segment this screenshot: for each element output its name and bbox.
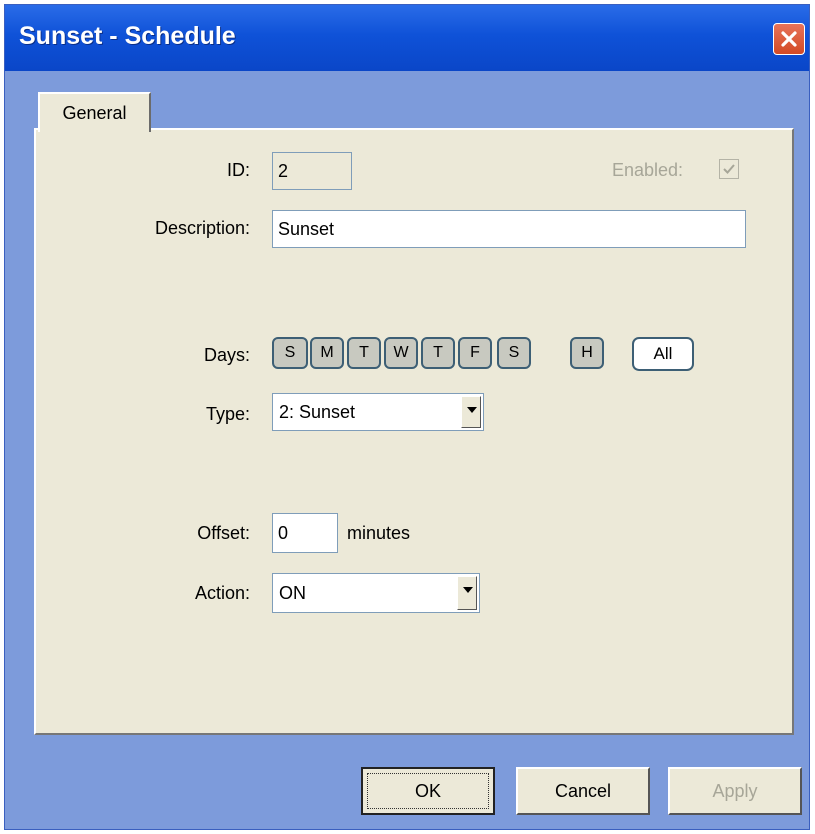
title-bar[interactable]: Sunset - Schedule [5,5,809,71]
enabled-label: Enabled: [612,160,684,180]
id-field: 2 [272,152,352,190]
ok-button[interactable]: OK [361,767,495,815]
cancel-button[interactable]: Cancel [516,767,650,815]
day-button-tuesday[interactable]: T [347,337,381,369]
chevron-down-icon [463,587,473,593]
day-button-sunday[interactable]: S [272,337,308,369]
type-dropdown-button[interactable] [461,396,481,428]
action-label: Action: [194,583,250,603]
enabled-checkbox[interactable] [719,159,739,179]
chevron-down-icon [467,407,477,413]
close-icon [781,31,797,47]
all-days-button[interactable]: All [632,337,694,371]
offset-units: minutes [347,523,411,543]
type-label: Type: [205,404,250,424]
day-button-thursday[interactable]: T [421,337,455,369]
action-select[interactable]: ON [272,573,480,613]
action-value: ON [279,582,306,603]
tab-general[interactable]: General [38,92,151,132]
window-title: Sunset - Schedule [19,22,236,50]
id-label: ID: [226,160,250,180]
focus-rectangle [367,773,489,809]
day-button-holiday[interactable]: H [570,337,604,369]
day-button-saturday[interactable]: S [497,337,531,369]
checkmark-icon [723,164,735,174]
apply-button: Apply [668,767,802,815]
day-button-wednesday[interactable]: W [384,337,418,369]
day-button-monday[interactable]: M [310,337,344,369]
offset-label: Offset: [197,523,250,543]
apply-label: Apply [712,780,758,801]
day-button-friday[interactable]: F [458,337,492,369]
cancel-label: Cancel [554,780,612,801]
type-value: 2: Sunset [279,401,356,422]
offset-field[interactable]: 0 [272,513,338,553]
close-button[interactable] [773,23,805,55]
type-select[interactable]: 2: Sunset [272,393,484,431]
description-field[interactable]: Sunset [272,210,746,248]
action-dropdown-button[interactable] [457,576,477,610]
description-label: Description: [154,218,250,238]
description-value: Sunset [278,218,335,239]
id-value: 2 [278,160,289,181]
offset-value: 0 [278,522,289,543]
days-label: Days: [203,345,250,365]
